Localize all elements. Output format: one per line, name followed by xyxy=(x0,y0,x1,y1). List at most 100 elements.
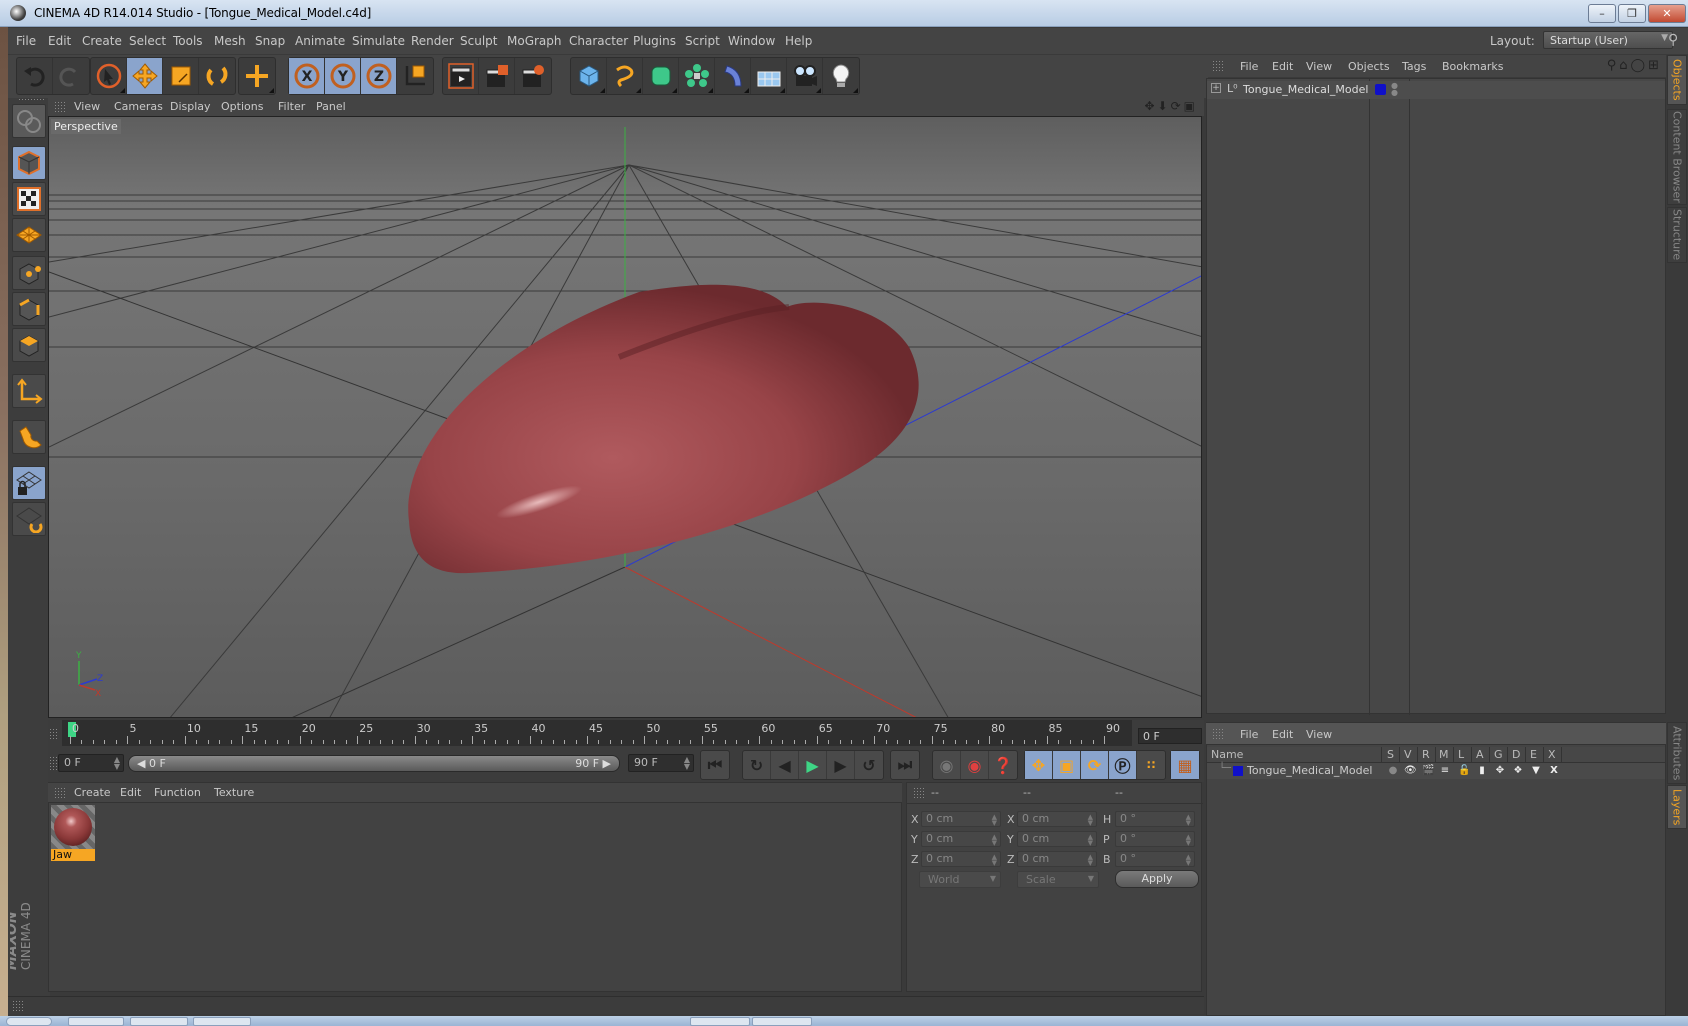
panel-grip[interactable] xyxy=(913,787,925,799)
material-menu-create[interactable]: Create xyxy=(74,786,111,799)
object-menu-objects[interactable]: Objects xyxy=(1348,60,1390,73)
spinner-icon[interactable]: ▲ ▼ xyxy=(1186,854,1191,867)
column-locked[interactable]: L xyxy=(1458,748,1464,761)
material-menu-function[interactable]: Function xyxy=(154,786,201,799)
object-menu-view[interactable]: View xyxy=(1306,60,1332,73)
menu-tools[interactable]: Tools xyxy=(173,34,203,48)
workplane-mode-button[interactable] xyxy=(12,218,46,252)
view-toggle-icon[interactable]: 👁 xyxy=(1404,765,1417,777)
z-axis-button[interactable]: Z xyxy=(361,58,397,94)
range-left-arrow-icon[interactable]: ◀ xyxy=(137,757,145,770)
status-grip[interactable] xyxy=(12,1000,24,1012)
lock-toggle-icon[interactable]: 🔓 xyxy=(1458,765,1470,777)
object-name[interactable]: Tongue_Medical_Model xyxy=(1243,83,1368,96)
xref-toggle-icon[interactable]: X xyxy=(1548,765,1560,777)
menu-plugins[interactable]: Plugins xyxy=(633,34,676,48)
move-button[interactable] xyxy=(127,58,163,94)
palette-grip[interactable] xyxy=(18,98,44,102)
deformers-toggle-icon[interactable]: ❖ xyxy=(1512,765,1524,777)
zoom-view-icon[interactable]: ⬇ xyxy=(1158,99,1171,113)
floor-button[interactable] xyxy=(751,58,787,94)
home-icon[interactable]: ⌂ xyxy=(1619,58,1630,73)
menu-create[interactable]: Create xyxy=(82,34,122,48)
go-to-end-button[interactable]: ⏭ xyxy=(891,751,919,779)
current-frame-field[interactable]: 0 F xyxy=(1138,728,1202,744)
spinner-icon[interactable]: ▲ ▼ xyxy=(992,834,997,847)
coordinate-system-button[interactable] xyxy=(397,58,433,94)
viewport-menu-cameras[interactable]: Cameras xyxy=(114,100,163,113)
viewport-menu-view[interactable]: View xyxy=(74,100,100,113)
spinner-icon[interactable]: ▲ ▼ xyxy=(684,756,690,771)
column-view[interactable]: V xyxy=(1404,748,1412,761)
column-divider[interactable] xyxy=(1409,79,1410,715)
menu-sculpt[interactable]: Sculpt xyxy=(460,34,497,48)
undo-button[interactable] xyxy=(17,58,53,94)
spinner-icon[interactable]: ▲ ▼ xyxy=(992,814,997,827)
viewport-menu-filter[interactable]: Filter xyxy=(278,100,305,113)
range-right-arrow-icon[interactable]: ▶ xyxy=(603,757,611,770)
taskbar-item[interactable] xyxy=(752,1017,812,1026)
panel-grip[interactable] xyxy=(1212,728,1224,740)
y-axis-button[interactable]: Y xyxy=(325,58,361,94)
tab-structure[interactable]: Structure xyxy=(1667,207,1687,263)
start-frame-field[interactable]: 0 F ▲ ▼ xyxy=(58,754,124,772)
pos-y-field[interactable]: 0 cm ▲ ▼ xyxy=(921,831,1001,847)
layout-dropdown[interactable]: Startup (User) ▼ xyxy=(1543,31,1673,49)
3d-viewport[interactable]: Y Z X Perspective xyxy=(48,116,1202,718)
layer-menu-view[interactable]: View xyxy=(1306,728,1332,741)
snap-button[interactable] xyxy=(12,420,46,454)
material-swatch[interactable]: Jaw xyxy=(51,805,95,861)
column-divider[interactable] xyxy=(1369,79,1370,715)
panel-grip[interactable] xyxy=(1212,60,1224,72)
new-panel-icon[interactable]: ⊞ xyxy=(1648,58,1662,73)
menu-mesh[interactable]: Mesh xyxy=(214,34,246,48)
object-menu-bookmarks[interactable]: Bookmarks xyxy=(1442,60,1503,73)
locked-workplane-button[interactable] xyxy=(12,466,46,500)
layer-color-swatch[interactable] xyxy=(1375,84,1386,95)
expand-icon[interactable]: + xyxy=(1211,83,1221,93)
close-button[interactable]: ✕ xyxy=(1648,4,1686,23)
menu-snap[interactable]: Snap xyxy=(255,34,285,48)
menu-animate[interactable]: Animate xyxy=(295,34,345,48)
rot-h-field[interactable]: 0 ° ▲ ▼ xyxy=(1115,811,1195,827)
object-row[interactable]: + L⁰ Tongue_Medical_Model ● ● xyxy=(1207,81,1665,99)
object-menu-tags[interactable]: Tags xyxy=(1402,60,1426,73)
column-xref[interactable]: X xyxy=(1548,748,1556,761)
layer-name[interactable]: Tongue_Medical_Model xyxy=(1247,764,1372,777)
taskbar-item[interactable] xyxy=(690,1017,750,1026)
spline-pen-button[interactable] xyxy=(607,58,643,94)
spinner-icon[interactable]: ▲ ▼ xyxy=(1088,854,1093,867)
pos-z-field[interactable]: 0 cm ▲ ▼ xyxy=(921,851,1001,867)
search-icon[interactable]: ⚲ xyxy=(1668,32,1684,48)
rotate-view-icon[interactable]: ⟳ xyxy=(1171,99,1184,113)
next-key-button[interactable]: ↺ xyxy=(855,751,883,779)
spinner-icon[interactable]: ▲ ▼ xyxy=(114,756,120,771)
live-selection-button[interactable] xyxy=(91,58,127,94)
layer-row[interactable]: └─ Tongue_Medical_Model ● 👁 🎬 ≡ 🔓 ▮ ✥ ❖ … xyxy=(1207,763,1665,779)
apply-button[interactable]: Apply xyxy=(1115,870,1199,888)
timeline-ruler[interactable]: 0 5 10 15 20 25 30 35 40 45 50 55 60 65 70 75 80 85 90 xyxy=(62,720,1132,746)
edges-mode-button[interactable] xyxy=(12,292,46,326)
size-y-field[interactable]: 0 cm ▲ ▼ xyxy=(1017,831,1097,847)
start-button[interactable] xyxy=(6,1017,52,1026)
size-mode-select[interactable]: Scale ▼ xyxy=(1017,871,1099,888)
menu-script[interactable]: Script xyxy=(685,34,720,48)
spinner-icon[interactable]: ▲ ▼ xyxy=(1088,834,1093,847)
menu-simulate[interactable]: Simulate xyxy=(352,34,405,48)
timeline-grip[interactable] xyxy=(49,728,59,740)
taskbar-item[interactable] xyxy=(130,1017,188,1026)
menu-character[interactable]: Character xyxy=(569,34,628,48)
panel-grip[interactable] xyxy=(54,101,66,113)
size-z-field[interactable]: 0 cm ▲ ▼ xyxy=(1017,851,1097,867)
render-settings-button[interactable] xyxy=(515,58,551,94)
scale-button[interactable] xyxy=(163,58,199,94)
taskbar-item[interactable] xyxy=(68,1017,124,1026)
pan-view-icon[interactable]: ✥ xyxy=(1144,99,1157,113)
tab-attributes[interactable]: Attributes xyxy=(1667,722,1687,784)
previous-key-button[interactable]: ↻ xyxy=(743,751,771,779)
autokeying-button[interactable]: ◉ xyxy=(961,751,989,779)
search-icon[interactable]: ⚲ xyxy=(1607,58,1620,73)
solo-toggle-icon[interactable]: ● xyxy=(1387,765,1399,777)
object-menu-file[interactable]: File xyxy=(1240,60,1258,73)
menu-select[interactable]: Select xyxy=(129,34,166,48)
